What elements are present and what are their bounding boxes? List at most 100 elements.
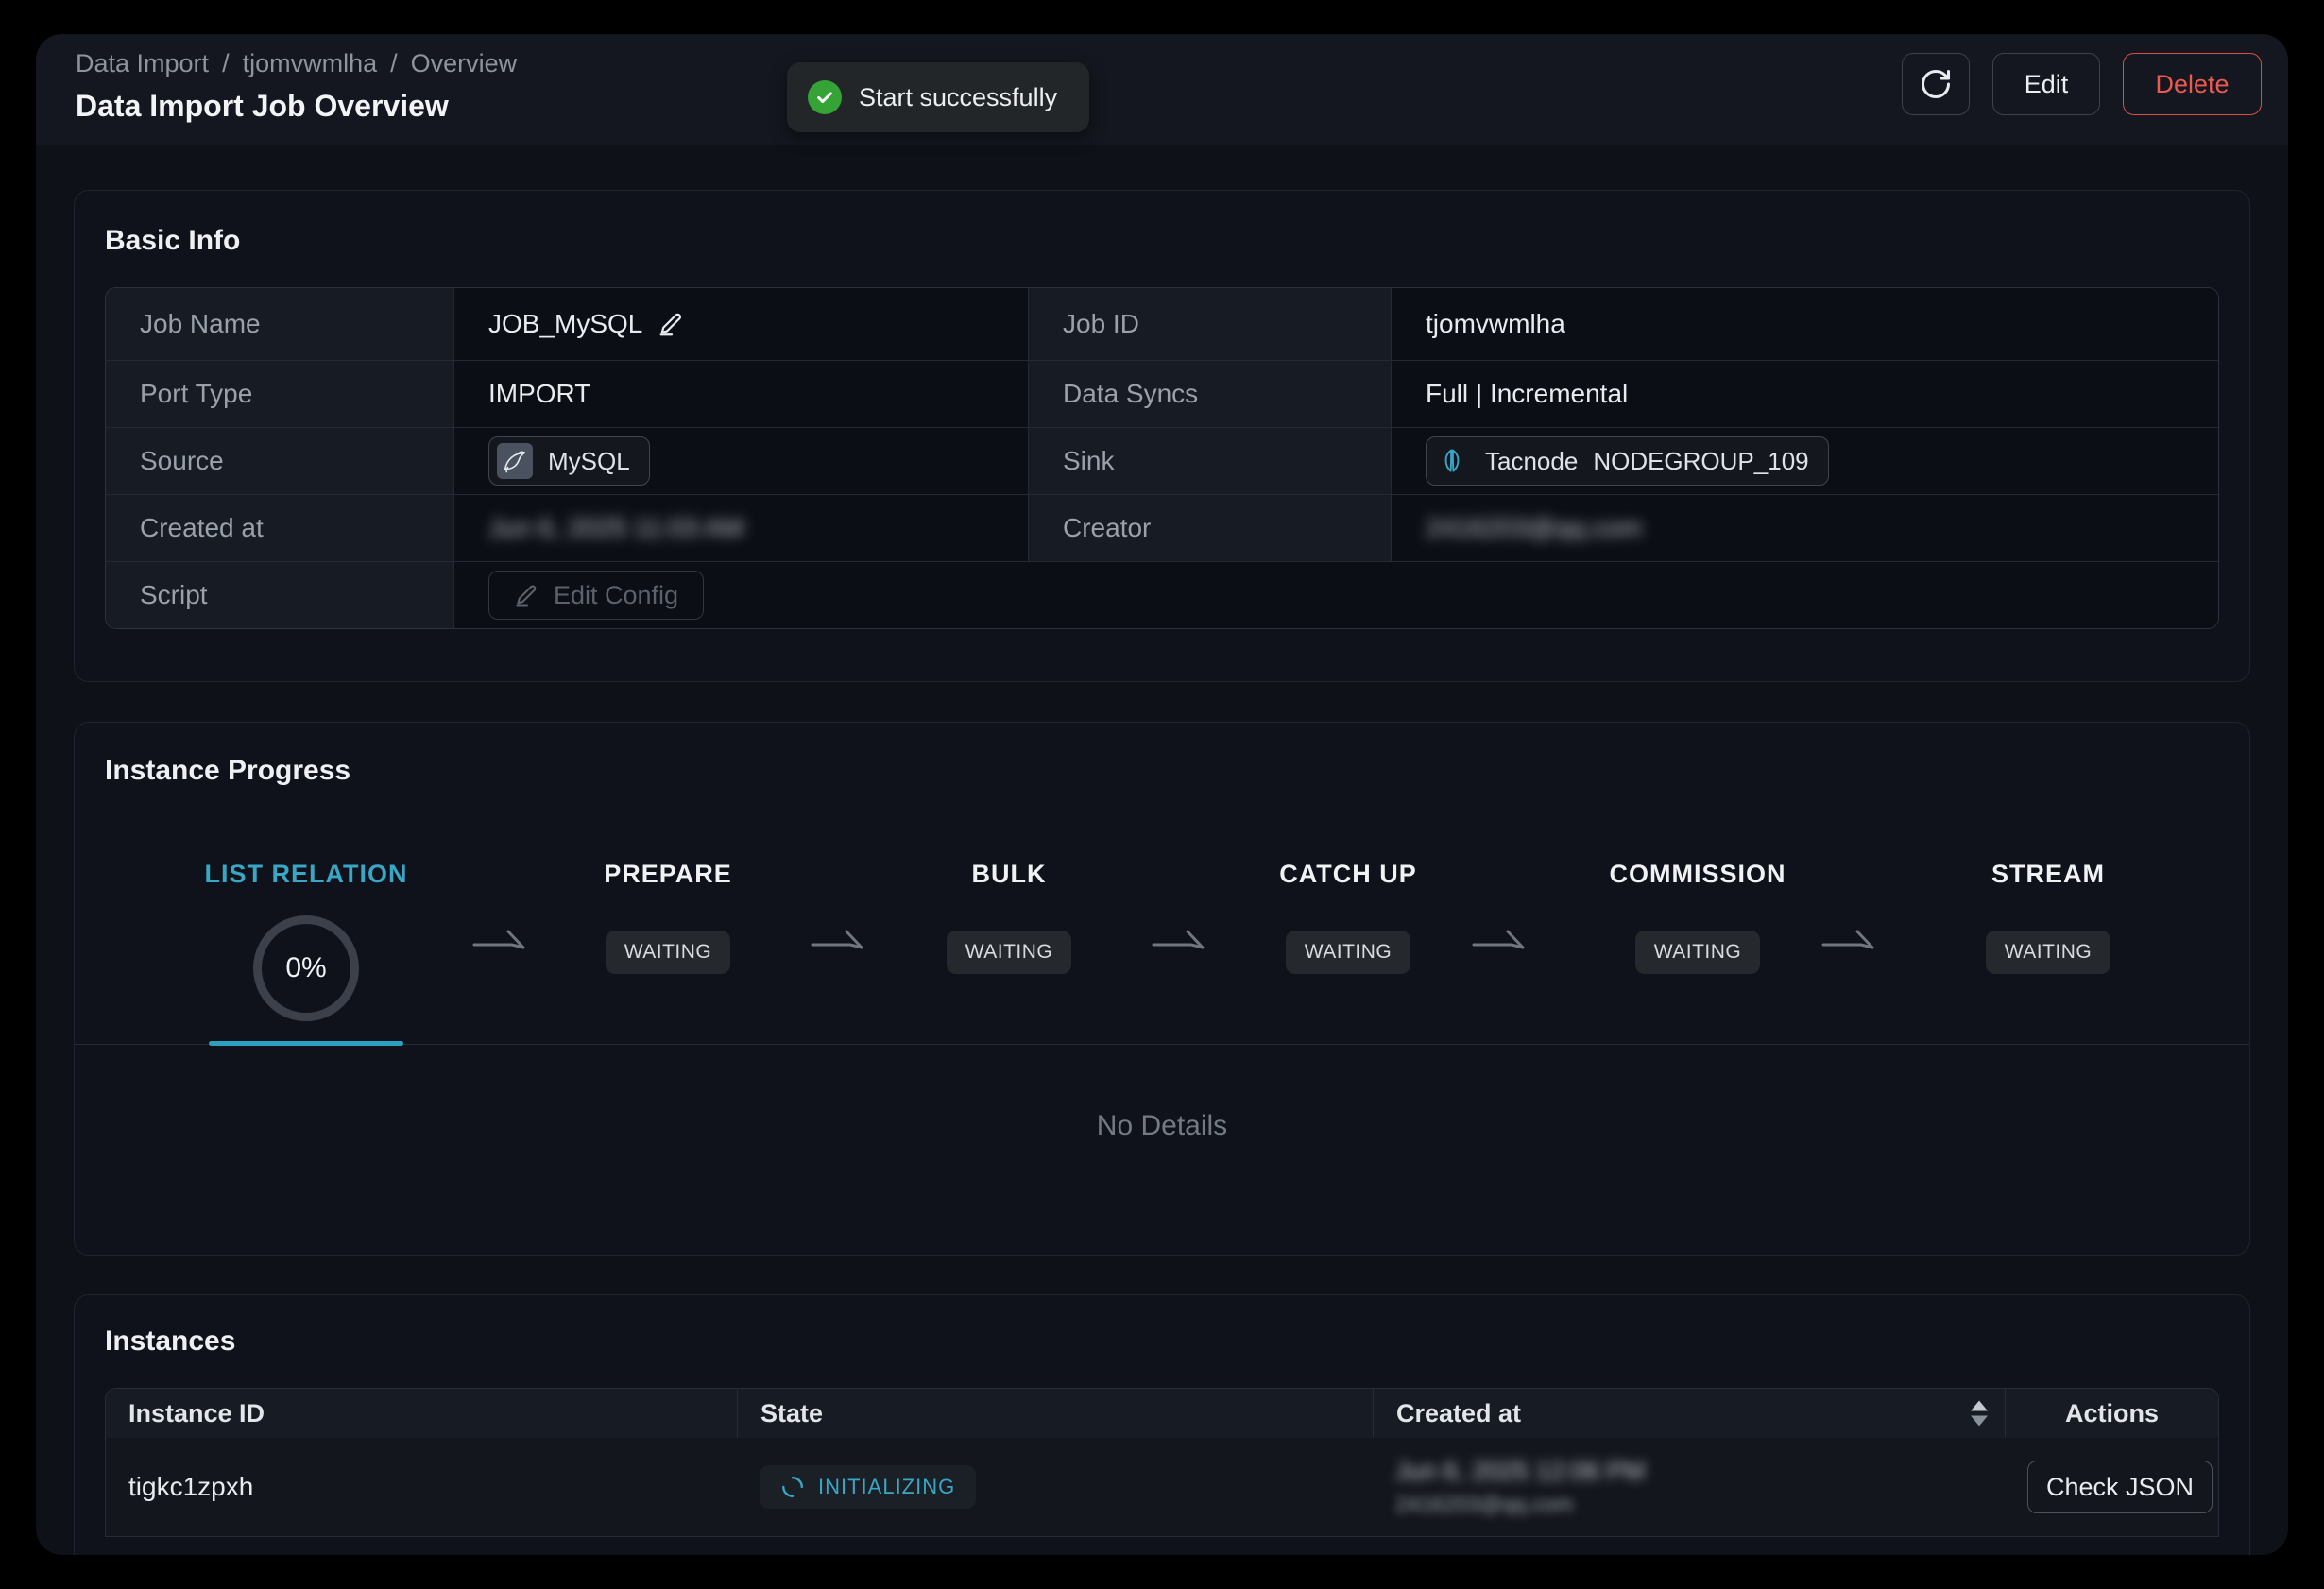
state-label: INITIALIZING	[818, 1475, 955, 1499]
sink-vendor-label: Tacnode	[1485, 447, 1578, 476]
breadcrumb-separator: /	[390, 49, 398, 78]
basic-info-card: Basic Info Job Name JOB_MySQL Job ID tjo…	[74, 190, 2250, 682]
creator-label: Creator	[1028, 495, 1391, 561]
table-row: Created at Jun 6, 2025 11:03 AM Creator …	[106, 494, 2218, 561]
instances-title: Instances	[105, 1325, 2219, 1358]
created-at-cell: Jun 6, 2025 12:06 PM 2416203@qq.com	[1373, 1438, 2005, 1536]
created-at-value-redacted: Jun 6, 2025 11:03 AM	[488, 513, 743, 543]
instances-card: Instances Instance ID State Created at A…	[74, 1294, 2250, 1555]
page-title: Data Import Job Overview	[76, 89, 449, 124]
refresh-icon	[1919, 67, 1953, 101]
sort-control[interactable]	[1971, 1401, 1988, 1427]
basic-info-title: Basic Info	[105, 225, 2219, 257]
instances-table-header: Instance ID State Created at Actions	[106, 1389, 2218, 1438]
instance-progress-title: Instance Progress	[105, 755, 350, 787]
stage-name: COMMISSION	[1575, 855, 1820, 893]
breadcrumb-data-import[interactable]: Data Import	[76, 49, 209, 78]
stage-name: STREAM	[1925, 855, 2171, 893]
actions-cell: Check JSON	[2005, 1438, 2219, 1536]
created-at-redacted: Jun 6, 2025 12:06 PM	[1395, 1457, 1645, 1486]
creator-value-redacted: 2416203@qq.com	[1426, 513, 1642, 543]
source-tag-label: MySQL	[548, 447, 630, 476]
stage-prepare: PREPARE WAITING	[545, 855, 791, 974]
no-details-text: No Details	[75, 1110, 2249, 1142]
progress-percent: 0%	[285, 952, 326, 984]
stage-list-relation: LIST RELATION 0%	[183, 855, 429, 1021]
initializing-badge: INITIALIZING	[760, 1465, 976, 1509]
stage-stream: STREAM WAITING	[1925, 855, 2171, 974]
state-cell: INITIALIZING	[737, 1438, 1373, 1536]
success-toast: Start successfully	[787, 62, 1089, 132]
stage-catch-up: CATCH UP WAITING	[1225, 855, 1471, 974]
sort-desc-icon	[1971, 1416, 1988, 1427]
port-type-value: IMPORT	[453, 361, 1028, 427]
instance-id-cell: tigkc1zpxh	[106, 1438, 737, 1536]
stage-name: LIST RELATION	[183, 855, 429, 893]
stage-name: CATCH UP	[1225, 855, 1471, 893]
job-name-value-cell: JOB_MySQL	[453, 288, 1028, 360]
source-label: Source	[106, 428, 453, 494]
table-row: Script Edit Config	[106, 561, 2218, 628]
stage-arrow-icon	[809, 925, 869, 953]
status-badge: WAITING	[606, 931, 731, 974]
col-state: State	[737, 1389, 1373, 1438]
instance-progress-card: Instance Progress LIST RELATION 0% PREPA…	[74, 722, 2250, 1256]
stage-bulk: BULK WAITING	[886, 855, 1132, 974]
breadcrumb-job-id[interactable]: tjomvwmlha	[243, 49, 378, 78]
progress-ring: 0%	[253, 915, 359, 1021]
edit-pen-icon[interactable]	[658, 310, 686, 338]
stage-arrow-icon	[1820, 925, 1880, 953]
table-row: Port Type IMPORT Data Syncs Full | Incre…	[106, 360, 2218, 427]
stage-arrow-icon	[1150, 925, 1210, 953]
script-label: Script	[106, 562, 453, 628]
stage-name: BULK	[886, 855, 1132, 893]
source-value-cell: MySQL	[453, 428, 1028, 494]
table-row: Job Name JOB_MySQL Job ID tjomvwmlha	[106, 288, 2218, 360]
page-header: Data Import / tjomvwmlha / Overview Data…	[36, 34, 2288, 145]
instances-table: Instance ID State Created at Actions tig…	[105, 1388, 2219, 1537]
stage-commission: COMMISSION WAITING	[1575, 855, 1820, 974]
status-badge: WAITING	[1635, 931, 1761, 974]
edit-config-label: Edit Config	[554, 581, 678, 610]
tacnode-logo-icon	[1434, 443, 1470, 479]
check-circle-icon	[808, 80, 842, 114]
mysql-dolphin-icon	[497, 443, 533, 479]
col-created-at: Created at	[1373, 1389, 2005, 1438]
sink-nodegroup-label: NODEGROUP_109	[1593, 447, 1808, 476]
app-window: Data Import / tjomvwmlha / Overview Data…	[36, 34, 2288, 1555]
refresh-button[interactable]	[1902, 53, 1970, 115]
edit-config-button[interactable]: Edit Config	[488, 571, 704, 620]
sink-label: Sink	[1028, 428, 1391, 494]
data-syncs-value: Full | Incremental	[1391, 361, 2218, 427]
delete-button[interactable]: Delete	[2123, 53, 2262, 115]
creator-redacted: 2416203@qq.com	[1395, 1492, 1645, 1517]
stage-arrow-icon	[470, 925, 531, 953]
col-created-at-label: Created at	[1396, 1399, 1521, 1428]
header-actions: Edit Delete	[1902, 53, 2262, 115]
basic-info-table: Job Name JOB_MySQL Job ID tjomvwmlha Por…	[105, 287, 2219, 629]
check-json-button[interactable]: Check JSON	[2027, 1461, 2213, 1513]
edit-button[interactable]: Edit	[1992, 53, 2100, 115]
stage-name: PREPARE	[545, 855, 791, 893]
breadcrumb: Data Import / tjomvwmlha / Overview	[76, 49, 517, 78]
job-name-value: JOB_MySQL	[488, 309, 642, 339]
col-instance-id: Instance ID	[106, 1389, 737, 1438]
job-name-label: Job Name	[106, 288, 453, 360]
col-actions: Actions	[2005, 1389, 2218, 1438]
sink-tacnode-tag: Tacnode NODEGROUP_109	[1426, 436, 1829, 486]
status-badge: WAITING	[947, 931, 1072, 974]
table-row: Source MySQL Sink	[106, 427, 2218, 494]
status-badge: WAITING	[1286, 931, 1411, 974]
sort-asc-icon	[1971, 1401, 1988, 1411]
table-row: tigkc1zpxh INITIALIZING Jun 6, 2025 12:0…	[106, 1438, 2218, 1537]
created-at-label: Created at	[106, 495, 453, 561]
stage-arrow-icon	[1470, 925, 1530, 953]
sink-value-cell: Tacnode NODEGROUP_109	[1391, 428, 2218, 494]
breadcrumb-separator: /	[222, 49, 230, 78]
source-mysql-tag: MySQL	[488, 436, 650, 486]
spinner-icon	[780, 1475, 805, 1499]
script-value-cell: Edit Config	[453, 562, 2218, 628]
created-at-value-cell: Jun 6, 2025 11:03 AM	[453, 495, 1028, 561]
breadcrumb-overview[interactable]: Overview	[411, 49, 518, 78]
pen-icon	[514, 582, 540, 608]
